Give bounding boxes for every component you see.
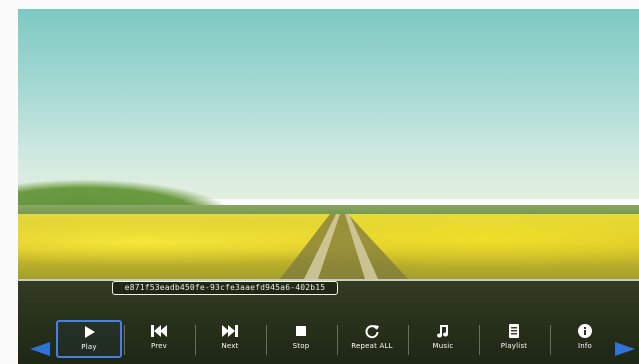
scroll-left-arrow-icon[interactable] — [30, 342, 50, 356]
next-label: Next — [221, 342, 239, 350]
divider — [479, 325, 480, 355]
divider — [408, 325, 409, 355]
previous-icon — [151, 325, 167, 337]
divider — [195, 325, 196, 355]
playlist-button[interactable]: Playlist — [482, 321, 546, 357]
music-note-icon — [437, 325, 448, 338]
control-bar: Play Prev Next Stop Repeat ALL Music Pla… — [0, 0, 639, 364]
play-icon — [85, 326, 95, 338]
music-button[interactable]: Music — [411, 321, 475, 357]
divider — [550, 325, 551, 355]
playlist-icon — [509, 324, 519, 338]
scroll-right-arrow-icon[interactable] — [615, 342, 635, 356]
stop-button[interactable]: Stop — [269, 321, 333, 357]
next-button[interactable]: Next — [198, 321, 262, 357]
stop-label: Stop — [292, 342, 310, 350]
divider — [337, 325, 338, 355]
play-button[interactable]: Play — [56, 320, 122, 358]
next-icon — [222, 325, 238, 337]
repeat-all-button[interactable]: Repeat ALL — [340, 321, 404, 357]
divider — [124, 325, 125, 355]
info-icon — [578, 324, 592, 338]
music-label: Music — [432, 342, 454, 350]
divider — [266, 325, 267, 355]
stop-icon — [296, 326, 306, 336]
prev-label: Prev — [150, 342, 168, 350]
info-button[interactable]: Info — [553, 321, 617, 357]
prev-button[interactable]: Prev — [127, 321, 191, 357]
playlist-label: Playlist — [500, 342, 528, 350]
repeat-icon — [365, 325, 379, 339]
play-label: Play — [81, 343, 97, 351]
info-label: Info — [577, 342, 593, 350]
repeat-all-label: Repeat ALL — [351, 342, 393, 350]
